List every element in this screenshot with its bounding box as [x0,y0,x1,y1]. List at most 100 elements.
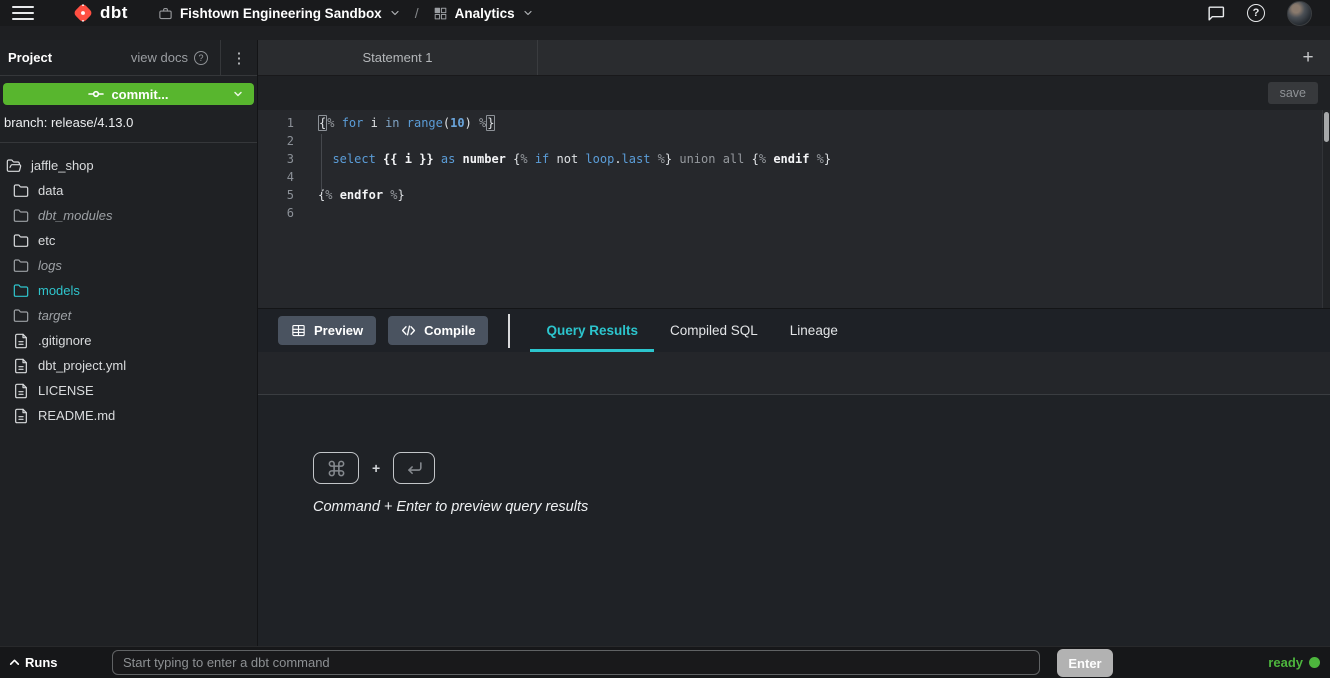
status-text: ready [1268,655,1303,670]
code-text [294,168,318,186]
help-icon[interactable]: ? [1247,4,1265,22]
shortcut-keys: + [313,452,1330,484]
toolbar-divider [508,314,510,348]
tree-item-readme-md[interactable]: README.md [0,403,257,428]
code-line-2: 2 [258,132,1330,150]
tab-compiled-sql[interactable]: Compiled SQL [654,309,774,352]
line-number: 6 [258,204,294,222]
code-text [294,132,318,150]
tree-item-models[interactable]: models [0,278,257,303]
folder-icon [13,183,29,199]
sidebar-title: Project [8,50,52,65]
file-tree: jaffle_shopdata dbt_modulesetc logs models t… [0,143,257,646]
grid-icon [433,6,448,21]
code-line-5: 5{% endfor %} [258,186,1330,204]
tab-statement-1[interactable]: Statement 1 [258,40,538,75]
code-text: select {{ i }} as number {% if not loop.… [294,150,831,168]
tree-item-label: logs [38,258,62,273]
compile-button[interactable]: Compile [388,316,488,345]
branch-label: branch: release/4.13.0 [3,115,254,130]
file-icon [13,383,29,399]
code-line-3: 3 select {{ i }} as number {% if not loo… [258,150,1330,168]
tab-lineage[interactable]: Lineage [774,309,854,352]
code-editor[interactable]: 1{% for i in range(10) %}23 select {{ i … [258,110,1330,308]
code-line-1: 1{% for i in range(10) %} [258,114,1330,132]
tree-item-label: models [38,283,80,298]
tree-item--gitignore[interactable]: .gitignore [0,328,257,353]
topbar-spacer [0,26,1330,40]
tree-item-license[interactable]: LICENSE [0,378,257,403]
empty-state-hint: Command + Enter to preview query results [313,499,1330,515]
table-icon [291,323,306,338]
line-number: 3 [258,150,294,168]
hamburger-menu-icon[interactable] [12,6,34,20]
folder-icon [13,258,29,274]
commit-label: commit... [111,87,168,102]
preview-button[interactable]: Preview [278,316,376,345]
question-circle-icon: ? [194,51,208,65]
command-key-icon [327,459,346,478]
preview-label: Preview [314,323,363,338]
logo-text: dbt [100,3,128,23]
chevron-down-icon [522,7,534,19]
status-dot-icon [1309,657,1320,668]
tree-item-label: dbt_modules [38,208,112,223]
editor-tab-bar: Statement 1 + [258,40,1330,76]
tree-item-etc[interactable]: etc [0,228,257,253]
command-status-bar: Runs Enter ready [0,646,1330,678]
results-toolbar: Preview Compile Query ResultsCompiled SQ… [258,308,1330,352]
tree-item-data[interactable]: data [0,178,257,203]
save-button[interactable]: save [1268,82,1318,104]
tree-item-logs[interactable]: logs [0,253,257,278]
return-key-icon [405,459,424,478]
tab-title: Statement 1 [362,50,432,65]
account-switcher[interactable]: Fishtown Engineering Sandbox [158,6,401,21]
tree-item-dbt-modules[interactable]: dbt_modules [0,203,257,228]
dbt-command-input[interactable] [112,650,1040,675]
add-tab-button[interactable]: + [1294,40,1322,75]
line-number: 5 [258,186,294,204]
commit-button[interactable]: commit... [3,83,254,105]
code-text [294,204,318,222]
runs-drawer-toggle[interactable]: Runs [8,647,58,678]
enter-button[interactable]: Enter [1057,649,1113,677]
top-nav-bar: dbt Fishtown Engineering Sandbox / Analy… [0,0,1330,26]
dbt-logo: dbt [72,2,128,24]
sidebar-header: Project view docs ? ⋮ [0,40,257,76]
editor-scrollbar[interactable] [1322,110,1330,308]
tree-item-label: etc [38,233,55,248]
code-text: {% for i in range(10) %} [294,114,495,132]
plus-sign: + [372,460,380,476]
scrollbar-thumb[interactable] [1324,112,1329,142]
compile-label: Compile [424,323,475,338]
code-icon [401,323,416,338]
tab-query-results[interactable]: Query Results [530,309,654,352]
view-docs-link[interactable]: view docs ? [131,50,208,65]
tree-item-label: LICENSE [38,383,94,398]
tree-item-jaffle-shop[interactable]: jaffle_shop [0,153,257,178]
folder-icon [13,233,29,249]
file-icon [13,358,29,374]
tree-item-dbt-project-yml[interactable]: dbt_project.yml [0,353,257,378]
line-number: 4 [258,168,294,186]
tree-item-label: jaffle_shop [31,158,94,173]
kebab-menu-icon[interactable]: ⋮ [220,40,257,75]
editor-actions-row: save [258,76,1330,110]
user-avatar[interactable] [1287,1,1312,26]
editor-panel: Statement 1 + save 1{% for i in range(10… [258,40,1330,646]
tree-item-target[interactable]: target [0,303,257,328]
results-empty-state: + Command + Enter to preview query resul… [258,395,1330,646]
dbt-logo-icon [72,2,94,24]
chevron-down-icon[interactable] [232,88,244,100]
file-icon [13,333,29,349]
chat-icon[interactable] [1205,3,1225,23]
tree-item-label: dbt_project.yml [38,358,126,373]
folder-icon [13,308,29,324]
folder-icon [13,208,29,224]
file-icon [13,408,29,424]
breadcrumb-separator: / [415,5,419,21]
enter-keycap [393,452,435,484]
code-line-6: 6 [258,204,1330,222]
command-keycap [313,452,359,484]
project-switcher[interactable]: Analytics [433,6,534,21]
